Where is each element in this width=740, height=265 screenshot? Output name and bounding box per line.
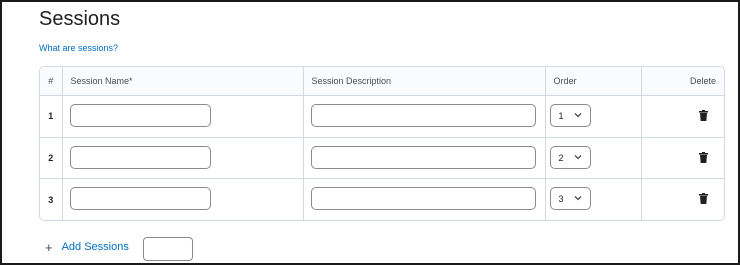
session-description-input[interactable]	[310, 104, 536, 127]
session-count-input[interactable]	[143, 237, 193, 261]
header-session-description: Session Description	[303, 67, 546, 96]
row-number: 2	[40, 137, 63, 180]
header-number: #	[40, 67, 63, 96]
what-are-sessions-link[interactable]: What are sessions?	[39, 43, 118, 53]
trash-icon[interactable]	[699, 110, 708, 121]
session-description-input[interactable]	[310, 187, 536, 211]
table-row: 1 1	[40, 95, 724, 138]
sessions-table: # Session Name* Session Description Orde…	[39, 66, 725, 221]
order-value: 2	[558, 152, 564, 163]
header-session-name: Session Name*	[62, 67, 304, 96]
order-select[interactable]: 3	[549, 187, 591, 211]
header-order: Order	[545, 67, 642, 96]
header-delete: Delete	[641, 67, 724, 96]
order-select[interactable]: 1	[549, 104, 591, 127]
session-name-input[interactable]	[69, 104, 211, 127]
session-description-input[interactable]	[310, 145, 536, 169]
chevron-down-icon	[574, 154, 581, 160]
add-sessions-button[interactable]: + Add Sessions	[45, 239, 129, 255]
table-row: 3 3	[40, 178, 724, 220]
table-row: 2 2	[40, 137, 724, 180]
add-sessions-label: Add Sessions	[61, 241, 129, 253]
session-name-input[interactable]	[69, 145, 211, 169]
trash-icon[interactable]	[699, 193, 708, 205]
row-number: 3	[40, 178, 63, 220]
order-select[interactable]: 2	[549, 145, 591, 169]
table-header-row: # Session Name* Session Description Orde…	[40, 67, 724, 96]
sessions-panel: Sessions What are sessions? # Session Na…	[0, 0, 740, 265]
chevron-down-icon	[574, 196, 581, 201]
chevron-down-icon	[574, 113, 581, 118]
order-value: 1	[558, 111, 564, 121]
row-number: 1	[40, 95, 63, 138]
trash-icon[interactable]	[699, 151, 708, 163]
plus-icon: +	[45, 239, 53, 255]
page-title: Sessions	[39, 8, 121, 30]
session-name-input[interactable]	[69, 187, 211, 211]
order-value: 3	[558, 194, 564, 205]
